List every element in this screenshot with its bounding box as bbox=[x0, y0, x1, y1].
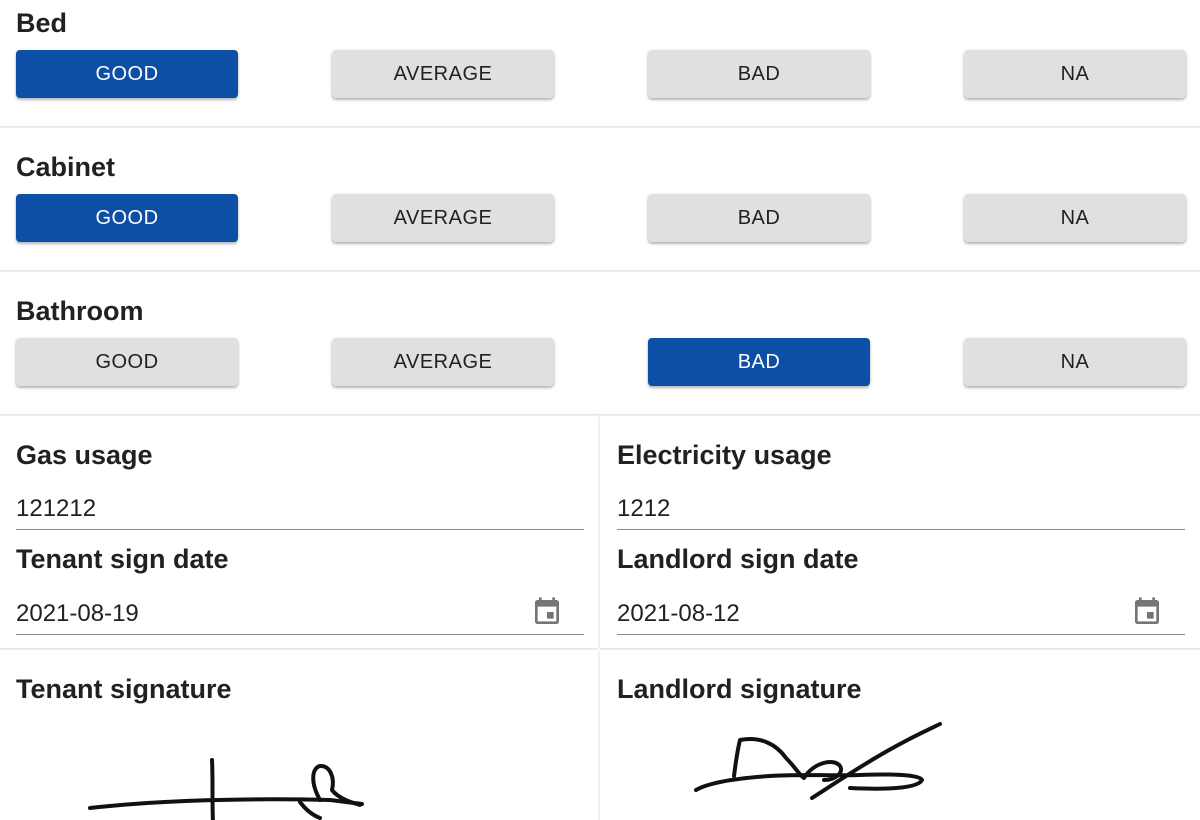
item-label-bathroom: Bathroom bbox=[16, 296, 144, 326]
tenant-readings-card: Gas usage Tenant sign date bbox=[0, 416, 598, 648]
cabinet-na-button[interactable]: NA bbox=[964, 194, 1186, 242]
tenant-signature-pad[interactable] bbox=[0, 650, 598, 820]
bed-na-button[interactable]: NA bbox=[964, 50, 1186, 98]
gas-usage-label: Gas usage bbox=[16, 440, 153, 470]
electricity-usage-input[interactable] bbox=[617, 489, 1185, 530]
cabinet-good-button[interactable]: GOOD bbox=[16, 194, 238, 242]
bed-bad-button[interactable]: BAD bbox=[648, 50, 870, 98]
bed-good-button[interactable]: GOOD bbox=[16, 50, 238, 98]
item-card-cabinet: Cabinet GOOD AVERAGE BAD NA bbox=[0, 128, 1200, 270]
landlord-readings-card: Electricity usage Landlord sign date bbox=[600, 416, 1200, 648]
electricity-usage-label: Electricity usage bbox=[617, 440, 832, 470]
tenant-sign-date-label: Tenant sign date bbox=[16, 544, 229, 574]
cabinet-average-button[interactable]: AVERAGE bbox=[332, 194, 554, 242]
tenant-sign-date-input[interactable] bbox=[16, 594, 584, 635]
gas-usage-input[interactable] bbox=[16, 489, 584, 530]
landlord-sign-date-label: Landlord sign date bbox=[617, 544, 859, 574]
landlord-sign-date-input[interactable] bbox=[617, 594, 1185, 635]
bed-average-button[interactable]: AVERAGE bbox=[332, 50, 554, 98]
calendar-icon[interactable] bbox=[1131, 596, 1163, 628]
landlord-signature-pad[interactable] bbox=[600, 650, 1200, 820]
bathroom-average-button[interactable]: AVERAGE bbox=[332, 338, 554, 386]
item-label-cabinet: Cabinet bbox=[16, 152, 116, 182]
tenant-signature-card: Tenant signature bbox=[0, 650, 598, 820]
calendar-icon[interactable] bbox=[531, 596, 563, 628]
item-label-bed: Bed bbox=[16, 8, 68, 38]
cabinet-bad-button[interactable]: BAD bbox=[648, 194, 870, 242]
item-card-bathroom: Bathroom GOOD AVERAGE BAD NA bbox=[0, 272, 1200, 414]
bathroom-na-button[interactable]: NA bbox=[964, 338, 1186, 386]
bathroom-good-button[interactable]: GOOD bbox=[16, 338, 238, 386]
bathroom-bad-button[interactable]: BAD bbox=[648, 338, 870, 386]
landlord-signature-card: Landlord signature bbox=[600, 650, 1200, 820]
item-card-bed: Bed GOOD AVERAGE BAD NA bbox=[0, 0, 1200, 126]
